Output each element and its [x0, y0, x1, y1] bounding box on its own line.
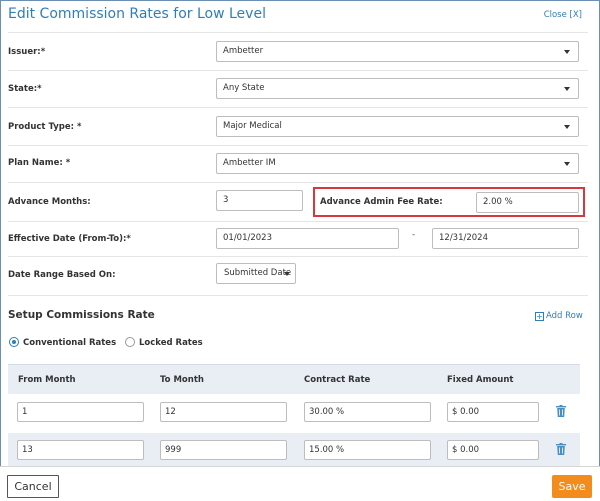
close-link[interactable]: Close [X] [544, 10, 582, 20]
to-month-input[interactable]: 12 [160, 402, 287, 422]
divider [8, 70, 588, 71]
divider [8, 32, 588, 33]
radio-conventional[interactable]: Conventional Rates [9, 337, 116, 348]
modal-title: Edit Commission Rates for Low Level [8, 6, 266, 22]
to-month-input[interactable]: 999 [160, 440, 287, 460]
divider [8, 107, 588, 108]
column-header: From Month [18, 375, 76, 385]
chevron-down-icon [564, 125, 570, 129]
plan-name-select[interactable]: Ambetter IM [216, 153, 579, 174]
column-header: To Month [160, 375, 204, 385]
plan-name-label: Plan Name: * [8, 158, 71, 168]
column-header: Contract Rate [304, 375, 371, 385]
effective-date-label: Effective Date (From-To):* [8, 234, 131, 244]
divider [8, 221, 588, 222]
table-row: 13 999 15.00 % $ 0.00 [8, 433, 580, 467]
from-month-input[interactable]: 13 [17, 440, 144, 460]
section-title: Setup Commissions Rate [8, 309, 155, 321]
issuer-select[interactable]: Ambetter [216, 41, 579, 62]
trash-icon[interactable] [556, 405, 566, 417]
product-type-select[interactable]: Major Medical [216, 116, 579, 137]
chevron-down-icon [564, 162, 570, 166]
cancel-button[interactable]: Cancel [7, 475, 59, 498]
radio-checked-icon [9, 337, 19, 347]
divider [8, 295, 588, 296]
divider [8, 182, 588, 183]
table-row: 1 12 30.00 % $ 0.00 [8, 395, 580, 429]
plan-name-value: Ambetter IM [223, 158, 276, 168]
advance-months-input[interactable]: 3 [216, 190, 303, 211]
modal-footer: Cancel Save [0, 466, 600, 501]
chevron-down-icon [564, 50, 570, 54]
date-range-label: Date Range Based On: [8, 270, 116, 280]
date-range-dropdown[interactable]: Submitted Date [216, 263, 296, 284]
state-select[interactable]: Any State [216, 78, 579, 99]
fixed-amount-input[interactable]: $ 0.00 [447, 402, 539, 422]
contract-rate-input[interactable]: 30.00 % [304, 402, 431, 422]
plus-icon: + [535, 312, 544, 321]
table-header: From Month To Month Contract Rate Fixed … [8, 364, 580, 394]
add-row-button[interactable]: + Add Row [535, 311, 583, 321]
radio-label: Locked Rates [139, 338, 203, 348]
product-type-label: Product Type: * [8, 122, 82, 132]
radio-locked[interactable]: Locked Rates [125, 337, 203, 348]
add-row-label: Add Row [546, 311, 583, 321]
advance-admin-fee-label: Advance Admin Fee Rate: [320, 197, 443, 207]
advance-admin-fee-input[interactable]: 2.00 % [476, 192, 579, 213]
divider [8, 145, 588, 146]
effective-date-from-input[interactable]: 01/01/2023 [216, 228, 399, 249]
divider [8, 256, 588, 257]
chevron-down-icon [564, 87, 570, 91]
issuer-label: Issuer:* [8, 47, 46, 57]
product-type-value: Major Medical [223, 121, 282, 131]
state-value: Any State [223, 83, 265, 93]
issuer-value: Ambetter [223, 46, 264, 56]
trash-icon[interactable] [556, 443, 566, 455]
chevron-down-icon [284, 272, 290, 276]
date-separator: - [412, 230, 416, 240]
from-month-input[interactable]: 1 [17, 402, 144, 422]
column-header: Fixed Amount [447, 375, 514, 385]
radio-label: Conventional Rates [23, 338, 117, 348]
commission-table: From Month To Month Contract Rate Fixed … [8, 364, 580, 467]
effective-date-to-input[interactable]: 12/31/2024 [432, 228, 579, 249]
radio-unchecked-icon [125, 337, 135, 347]
fixed-amount-input[interactable]: $ 0.00 [447, 440, 539, 460]
save-button[interactable]: Save [552, 475, 592, 498]
state-label: State:* [8, 84, 42, 94]
advance-months-label: Advance Months: [8, 197, 91, 207]
date-range-value: Submitted Date [224, 268, 292, 278]
contract-rate-input[interactable]: 15.00 % [304, 440, 431, 460]
